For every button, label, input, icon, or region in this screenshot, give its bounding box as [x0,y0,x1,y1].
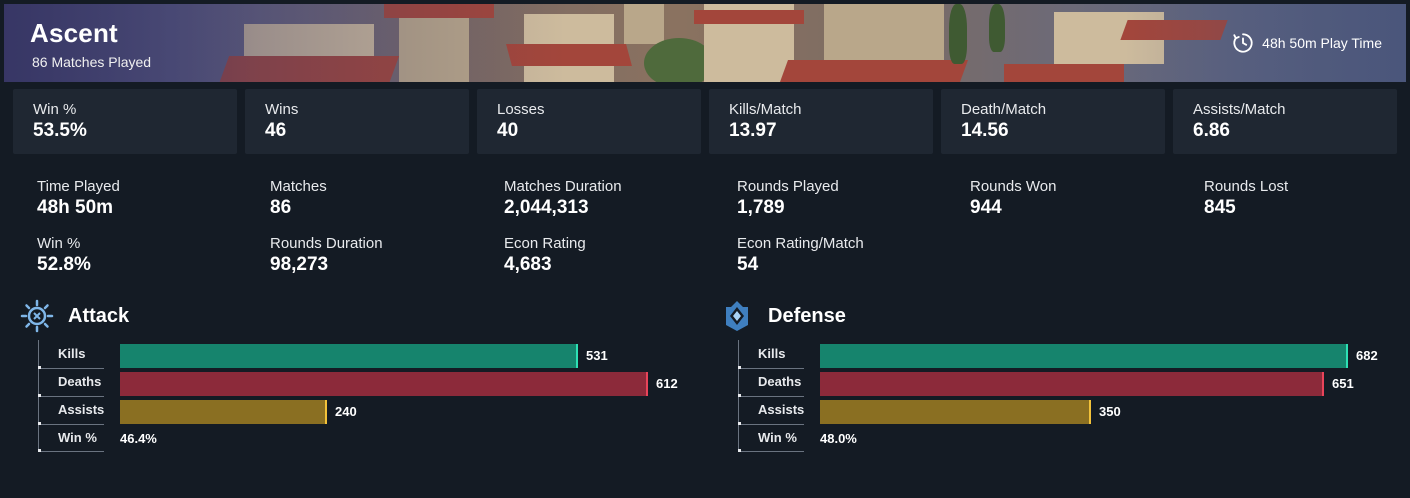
defense-tick-dot [738,394,741,397]
defense-deaths-bar [820,372,1324,396]
stat-matches-duration: Matches Duration 2,044,313 [504,178,622,219]
attack-kills-bar [120,344,578,368]
stat-value: 54 [737,254,759,275]
defense-assists-value: 350 [1099,404,1121,419]
stat-value: 944 [970,197,1002,218]
stat-value: 86 [270,197,292,218]
map-banner: Ascent 86 Matches Played 48h 50m Play Ti… [4,4,1406,82]
stat-value: 48h 50m [37,197,114,218]
attack-kills-value: 531 [586,348,608,363]
attack-sun-icon [20,299,54,333]
tile-win-percent: Win % 53.5% [13,89,237,154]
stat-value: 845 [1204,197,1236,218]
tile-label: Losses [497,101,545,118]
stat-label: Rounds Lost [1204,178,1289,195]
stat-value: 4,683 [504,254,552,275]
defense-tick-dot [738,449,741,452]
stat-rounds-played: Rounds Played 1,789 [737,178,839,219]
stat-label: Rounds Duration [270,235,383,252]
defense-shield-icon [726,301,748,331]
defense-tick-dot [738,422,741,425]
attack-title: Attack [68,304,130,327]
defense-tick [738,396,804,397]
attack-tick-dot [38,394,41,397]
stat-label: Rounds Played [737,178,839,195]
matches-played: 86 Matches Played [32,54,152,70]
tile-label: Kills/Match [729,101,802,118]
defense-deaths-label: Deaths [758,374,802,389]
defense-tick [738,451,804,452]
attack-tick [38,451,104,452]
map-stats-card: Ascent 86 Matches Played 48h 50m Play Ti… [0,0,1410,498]
stat-label: Econ Rating/Match [737,235,864,252]
attack-win-label: Win % [58,430,97,445]
attack-deaths-label: Deaths [58,374,102,389]
tile-label: Wins [265,101,299,118]
stat-label: Matches [270,178,327,195]
defense-win-label: Win % [758,430,797,445]
attack-tick [38,424,104,425]
stat-rounds-won: Rounds Won 944 [970,178,1056,219]
stat-value: 98,273 [270,254,329,275]
attack-tick-dot [38,366,41,369]
defense-assists-bar [820,400,1091,424]
tile-value: 40 [497,120,519,141]
tile-wins: Wins 46 [245,89,469,154]
clock-icon [1233,33,1253,53]
stat-econ-rating: Econ Rating 4,683 [504,235,586,276]
defense-kills-label: Kills [758,346,786,361]
stat-rounds-lost: Rounds Lost 845 [1204,178,1288,219]
defense-deaths-value: 651 [1332,376,1354,391]
defense-win-value: 48.0% [820,431,857,446]
stat-rounds-duration: Rounds Duration 98,273 [270,235,383,276]
defense-tick-dot [738,366,741,369]
attack-tick [38,396,104,397]
map-name: Ascent [30,18,118,48]
stat-win-percent: Win % 52.8% [37,235,91,276]
defense-tick [738,368,804,369]
attack-tick-dot [38,422,41,425]
tile-assists-per-match: Assists/Match 6.86 [1173,89,1397,154]
stat-label: Win % [37,235,81,252]
defense-kills-value: 682 [1356,348,1378,363]
tile-value: 6.86 [1193,120,1230,141]
stat-value: 1,789 [737,197,785,218]
defense-tick [738,424,804,425]
attack-tick [38,368,104,369]
attack-deaths-bar [120,372,648,396]
defense-assists-label: Assists [758,402,805,417]
stat-label: Econ Rating [504,235,586,252]
stat-label: Rounds Won [970,178,1057,195]
attack-deaths-value: 612 [656,376,678,391]
stat-matches: Matches 86 [270,178,327,219]
tile-value: 14.56 [961,120,1009,141]
tile-value: 53.5% [33,120,87,141]
tile-losses: Losses 40 [477,89,701,154]
attack-win-value: 46.4% [120,431,157,446]
play-time-text: 48h 50m Play Time [1262,35,1382,51]
attack-tick-dot [38,449,41,452]
tile-value: 46 [265,120,287,141]
attack-kills-label: Kills [58,346,86,361]
tile-kills-per-match: Kills/Match 13.97 [709,89,933,154]
stat-value: 2,044,313 [504,197,589,218]
attack-assists-bar [120,400,327,424]
play-time: 48h 50m Play Time [1232,32,1382,54]
attack-assists-value: 240 [335,404,357,419]
tile-label: Death/Match [961,101,1047,118]
defense-header: Defense [720,299,846,333]
defense-kills-bar [820,344,1348,368]
defense-title: Defense [768,304,846,327]
stat-value: 52.8% [37,254,91,275]
attack-assists-label: Assists [58,402,105,417]
stat-econ-rating-per-match: Econ Rating/Match 54 [737,235,864,276]
tile-value: 13.97 [729,120,777,141]
tile-label: Win % [33,101,77,118]
tile-death-per-match: Death/Match 14.56 [941,89,1165,154]
stat-time-played: Time Played 48h 50m [37,178,120,219]
tile-label: Assists/Match [1193,101,1286,118]
attack-header: Attack [20,299,129,333]
stat-label: Matches Duration [504,178,622,195]
stat-label: Time Played [37,178,120,195]
